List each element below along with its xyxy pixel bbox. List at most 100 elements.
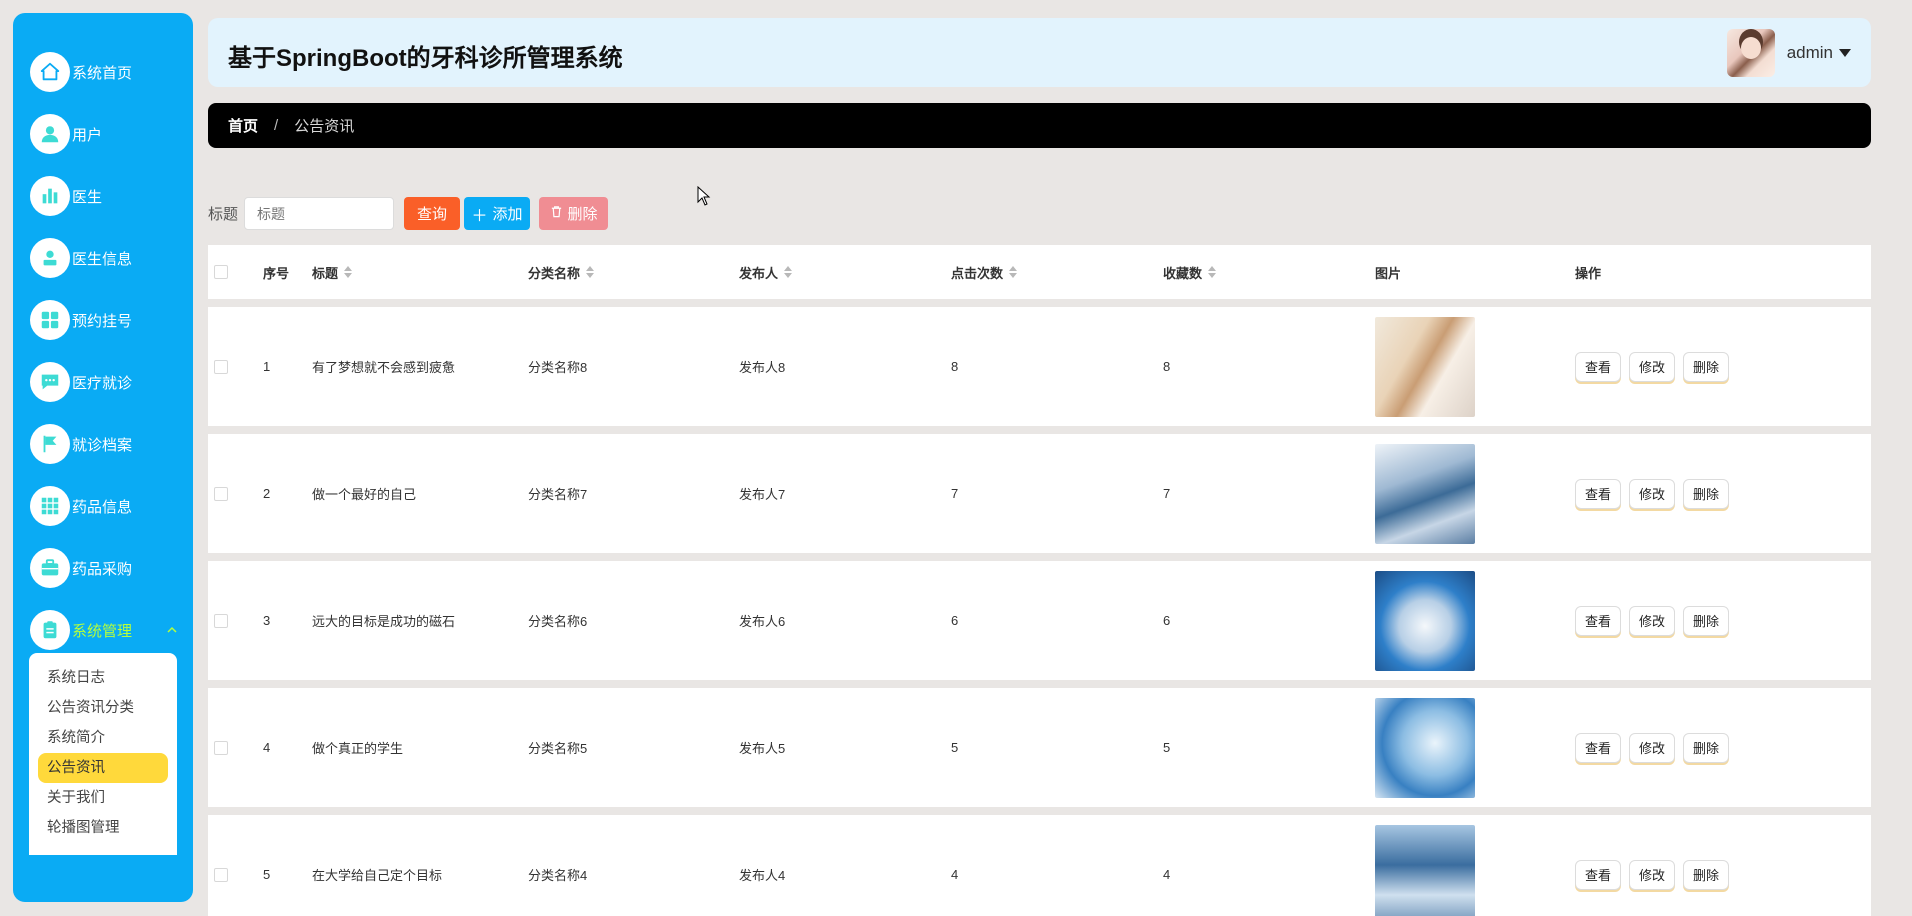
sidebar-item-user[interactable]: 用户 — [30, 110, 190, 158]
cell-index: 3 — [263, 613, 271, 628]
col-title: 标题 — [312, 265, 339, 281]
delete-button[interactable]: 删除 — [1683, 605, 1730, 636]
clipboard-icon — [30, 610, 70, 650]
mouse-cursor-icon — [697, 186, 711, 206]
row-actions: 查看 修改 删除 — [1575, 815, 1737, 916]
row-actions: 查看 修改 删除 — [1575, 434, 1737, 553]
col-clicks-sort[interactable]: 点击次数 — [951, 245, 1018, 299]
user-icon — [30, 114, 70, 154]
sidebar-item-drug-info[interactable]: 药品信息 — [30, 482, 190, 530]
edit-button[interactable]: 修改 — [1629, 605, 1676, 636]
sidebar-item-appointment[interactable]: 预约挂号 — [30, 296, 190, 344]
chevron-up-icon — [167, 626, 177, 633]
submenu-item-intro[interactable]: 系统简介 — [38, 723, 168, 753]
sidebar-item-treatment[interactable]: 医疗就诊 — [30, 358, 190, 406]
bar-chart-icon — [30, 176, 70, 216]
news-thumbnail[interactable] — [1375, 824, 1475, 916]
breadcrumb-home[interactable]: 首页 — [228, 115, 258, 136]
cell-publisher: 发布人6 — [739, 614, 786, 629]
sidebar-item-doctor-info[interactable]: 医生信息 — [30, 234, 190, 282]
sidebar-item-records[interactable]: 就诊档案 — [30, 420, 190, 468]
edit-button[interactable]: 修改 — [1629, 732, 1676, 763]
view-button[interactable]: 查看 — [1575, 605, 1622, 636]
cell-index: 4 — [263, 740, 271, 755]
news-thumbnail[interactable] — [1375, 697, 1475, 798]
view-button[interactable]: 查看 — [1575, 859, 1622, 890]
cell-clicks: 8 — [951, 359, 959, 374]
delete-button[interactable]: 删除 — [1683, 732, 1730, 763]
system-submenu: 系统日志 公告资讯分类 系统简介 公告资讯 关于我们 轮播图管理 — [29, 653, 177, 855]
row-checkbox[interactable] — [214, 359, 228, 374]
col-title-sort[interactable]: 标题 — [312, 245, 353, 299]
sidebar-item-drug-purchase[interactable]: 药品采购 — [30, 544, 190, 592]
delete-button[interactable]: 删除 — [1683, 859, 1730, 890]
sidebar-item-home[interactable]: 系统首页 — [30, 48, 190, 96]
sort-icon — [1208, 266, 1217, 278]
top-header: 基于SpringBoot的牙科诊所管理系统 admin — [208, 18, 1871, 87]
cell-title: 有了梦想就不会感到疲惫 — [312, 360, 456, 375]
sidebar-item-label: 药品信息 — [72, 498, 133, 516]
cell-favorites: 8 — [1163, 359, 1171, 374]
title-search-input[interactable] — [244, 197, 395, 230]
briefcase-icon — [30, 548, 70, 588]
row-checkbox[interactable] — [214, 740, 228, 755]
col-publisher: 发布人 — [739, 265, 779, 281]
col-favorites-sort[interactable]: 收藏数 — [1163, 245, 1217, 299]
cell-category: 分类名称8 — [528, 360, 588, 375]
view-button[interactable]: 查看 — [1575, 478, 1622, 509]
news-thumbnail[interactable] — [1375, 570, 1475, 671]
app-title: 基于SpringBoot的牙科诊所管理系统 — [228, 45, 623, 72]
sort-icon — [344, 266, 353, 278]
search-bar: 标题 查询 ＋ 添加 删除 — [208, 197, 609, 230]
table-row: 5 在大学给自己定个目标 分类名称4 发布人4 4 4 查看 修改 删除 — [208, 815, 1871, 916]
cell-title: 做个真正的学生 — [312, 741, 404, 756]
sidebar-item-system[interactable]: 系统管理 — [30, 606, 190, 654]
sidebar-item-label: 医生信息 — [72, 250, 133, 268]
cell-favorites: 6 — [1163, 613, 1171, 628]
add-button-label: 添加 — [492, 206, 523, 223]
submenu-item-news[interactable]: 公告资讯 — [38, 753, 168, 783]
view-button[interactable]: 查看 — [1575, 351, 1622, 382]
flag-icon — [30, 424, 70, 464]
submenu-item-about[interactable]: 关于我们 — [38, 783, 168, 813]
table-header: 序号 标题 分类名称 发布人 点击次数 收藏数 图片 操作 — [208, 245, 1871, 299]
row-checkbox[interactable] — [214, 486, 228, 501]
batch-delete-button[interactable]: 删除 — [539, 197, 609, 230]
person-card-icon — [30, 238, 70, 278]
view-button[interactable]: 查看 — [1575, 732, 1622, 763]
edit-button[interactable]: 修改 — [1629, 859, 1676, 890]
col-category: 分类名称 — [528, 265, 581, 281]
avatar — [1726, 29, 1775, 77]
cell-category: 分类名称4 — [528, 868, 588, 883]
sidebar-item-label: 预约挂号 — [72, 312, 133, 330]
query-button[interactable]: 查询 — [404, 197, 461, 230]
sidebar-item-doctor[interactable]: 医生 — [30, 172, 190, 220]
submenu-item-news-category[interactable]: 公告资讯分类 — [38, 693, 168, 723]
user-menu[interactable]: admin — [1726, 28, 1851, 78]
cell-title: 做一个最好的自己 — [312, 487, 417, 502]
delete-button[interactable]: 删除 — [1683, 478, 1730, 509]
row-checkbox[interactable] — [214, 613, 228, 628]
table-row: 1 有了梦想就不会感到疲惫 分类名称8 发布人8 8 8 查看 修改 删除 — [208, 307, 1871, 426]
cell-clicks: 5 — [951, 740, 959, 755]
add-button[interactable]: ＋ 添加 — [464, 197, 531, 230]
breadcrumb-current: 公告资讯 — [294, 118, 355, 135]
home-icon — [30, 52, 70, 92]
submenu-item-log[interactable]: 系统日志 — [38, 663, 168, 693]
caret-down-icon — [1839, 49, 1851, 57]
apps-icon — [30, 486, 70, 526]
cell-publisher: 发布人4 — [739, 868, 786, 883]
cell-publisher: 发布人8 — [739, 360, 786, 375]
sort-icon — [1009, 266, 1018, 278]
edit-button[interactable]: 修改 — [1629, 478, 1676, 509]
col-publisher-sort[interactable]: 发布人 — [739, 245, 793, 299]
edit-button[interactable]: 修改 — [1629, 351, 1676, 382]
row-checkbox[interactable] — [214, 867, 228, 882]
select-all-checkbox[interactable] — [214, 265, 228, 279]
cell-favorites: 4 — [1163, 867, 1171, 882]
news-thumbnail[interactable] — [1375, 316, 1475, 417]
delete-button[interactable]: 删除 — [1683, 351, 1730, 382]
submenu-item-carousel[interactable]: 轮播图管理 — [38, 813, 168, 843]
col-category-sort[interactable]: 分类名称 — [528, 245, 595, 299]
news-thumbnail[interactable] — [1375, 443, 1475, 544]
